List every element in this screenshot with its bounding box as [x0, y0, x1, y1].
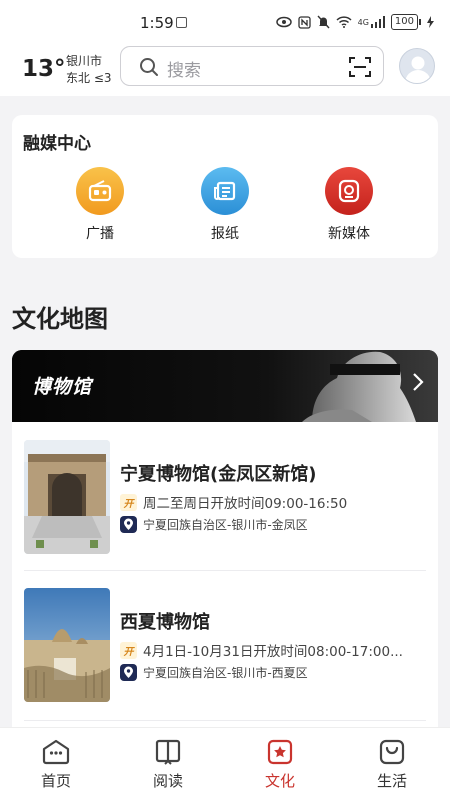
- tab-label: 首页: [40, 772, 71, 790]
- search-placeholder: 搜索: [167, 61, 201, 81]
- network-type: 4G: [357, 17, 369, 27]
- media-item-label: 广播: [86, 226, 114, 242]
- museum-location-row: 宁夏回族自治区-银川市-金凤区: [120, 516, 308, 533]
- media-center-title: 融媒中心: [23, 134, 91, 154]
- museum-location: 宁夏回族自治区-银川市-金凤区: [143, 518, 308, 532]
- wifi-icon: [336, 16, 352, 28]
- tab-label: 生活: [376, 772, 407, 790]
- museum-hours-row: 开 4月1日-10月31日开放时间08:00-17:00...: [120, 640, 403, 660]
- list-item[interactable]: 宁夏博物馆(金凤区新馆) 开 周二至周日开放时间09:00-16:50 宁夏回族…: [24, 440, 426, 554]
- museum-photo: [24, 588, 110, 702]
- user-icon: [405, 56, 431, 83]
- signal-icon: [370, 16, 385, 28]
- search-icon: [140, 58, 158, 76]
- list-item[interactable]: 西夏博物馆 开 4月1日-10月31日开放时间08:00-17:00... 宁夏…: [24, 588, 426, 702]
- radio-icon: [76, 167, 124, 215]
- bag-icon: [352, 738, 432, 766]
- top-header: 13° 银川市 东北 ≤3 搜索: [0, 46, 450, 96]
- home-icon: [16, 738, 96, 766]
- avatar[interactable]: [399, 48, 435, 84]
- location-pin-icon: [120, 664, 137, 681]
- location-pin-icon: [120, 516, 137, 533]
- museum-location-row: 宁夏回族自治区-银川市-西夏区: [120, 664, 308, 681]
- eye-icon: [275, 16, 292, 28]
- media-item-new-media[interactable]: 新媒体: [309, 167, 389, 243]
- battery-icon: 100: [390, 14, 421, 30]
- tab-label: 阅读: [152, 772, 183, 790]
- newspaper-icon: [201, 167, 249, 215]
- search-input[interactable]: 搜索: [120, 46, 384, 86]
- new-media-icon: [325, 167, 373, 215]
- tab-culture[interactable]: 文化: [240, 738, 320, 791]
- museum-hours: 周二至周日开放时间09:00-16:50: [143, 496, 348, 512]
- divider: [24, 570, 426, 571]
- weather-temperature[interactable]: 13°: [22, 56, 66, 82]
- nfc-icon: [297, 15, 311, 29]
- open-icon: 开: [120, 641, 137, 659]
- museum-hours-row: 开 周二至周日开放时间09:00-16:50: [120, 492, 347, 512]
- chevron-right-icon[interactable]: [412, 372, 424, 392]
- mute-icon: [317, 15, 330, 29]
- open-icon: 开: [120, 493, 137, 511]
- media-item-radio[interactable]: 广播: [60, 167, 140, 243]
- bottom-tab-bar: 首页 阅读 文化 生活: [0, 727, 450, 800]
- tab-reading[interactable]: 阅读: [128, 738, 208, 791]
- museum-location: 宁夏回族自治区-银川市-西夏区: [143, 666, 308, 680]
- tab-home[interactable]: 首页: [16, 738, 96, 791]
- media-item-label: 报纸: [211, 226, 239, 242]
- media-item-label: 新媒体: [328, 226, 370, 242]
- media-center-card: 融媒中心 广播 报纸 新媒体: [12, 115, 438, 258]
- tab-label: 文化: [264, 772, 295, 790]
- banner-title: 博物馆: [32, 376, 93, 398]
- culture-map-title: 文化地图: [12, 305, 108, 333]
- status-bar: 1:59 4G 100: [0, 0, 450, 46]
- museum-hours: 4月1日-10月31日开放时间08:00-17:00...: [143, 644, 403, 660]
- tab-life[interactable]: 生活: [352, 738, 432, 791]
- battery-level: 100: [390, 14, 418, 30]
- scan-icon[interactable]: [349, 56, 371, 78]
- weather-city[interactable]: 银川市: [66, 52, 102, 69]
- museum-list: 宁夏博物馆(金凤区新馆) 开 周二至周日开放时间09:00-16:50 宁夏回族…: [12, 422, 438, 732]
- museum-photo: [24, 440, 110, 554]
- divider: [24, 720, 426, 721]
- museum-name: 西夏博物馆: [120, 612, 210, 633]
- charging-icon: [427, 16, 434, 28]
- book-icon: [128, 738, 208, 766]
- media-item-newspaper[interactable]: 报纸: [185, 167, 265, 243]
- notification-icon: [176, 17, 187, 28]
- museum-name: 宁夏博物馆(金凤区新馆): [120, 464, 317, 485]
- status-icons: 4G 100: [275, 14, 434, 30]
- weather-wind[interactable]: 东北 ≤3: [66, 69, 112, 86]
- museum-banner[interactable]: 博物馆: [12, 350, 438, 422]
- status-time: 1:59: [140, 14, 174, 32]
- culture-icon: [240, 738, 320, 766]
